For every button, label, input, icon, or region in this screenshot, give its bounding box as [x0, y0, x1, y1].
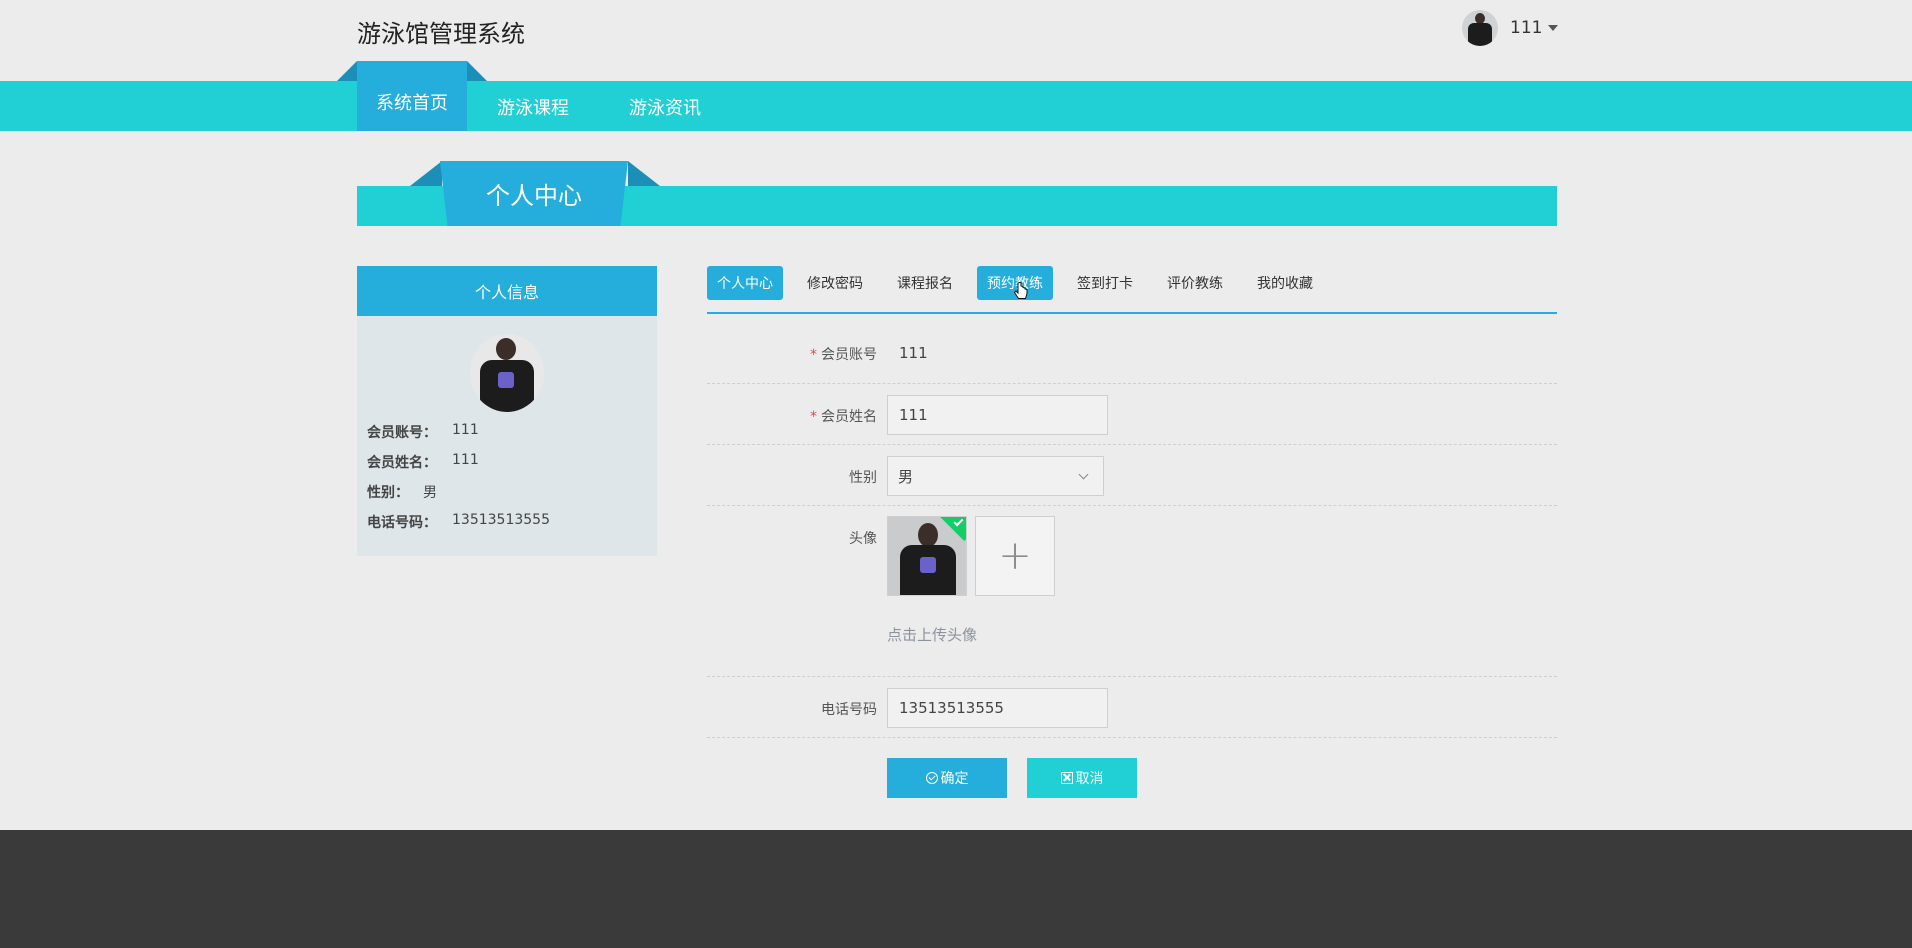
info-value: 男	[423, 485, 437, 501]
form-row-phone: 电话号码 13513513555	[707, 677, 1557, 738]
info-label: 电话号码：	[367, 515, 437, 531]
info-label: 会员姓名：	[367, 455, 437, 471]
phone-label: 电话号码	[821, 702, 877, 718]
upload-tip[interactable]: 点击上传头像	[887, 624, 977, 645]
tab-change-password[interactable]: 修改密码	[797, 266, 873, 300]
nav-item-courses[interactable]: 游泳课程	[497, 94, 569, 120]
form-row-gender: 性别 男	[707, 445, 1557, 506]
tab-profile[interactable]: 个人中心	[707, 266, 783, 300]
required-mark: *	[810, 409, 817, 425]
info-row-account: 会员账号： 111	[367, 422, 479, 442]
page-footer	[0, 830, 1912, 948]
caret-down-icon[interactable]	[1548, 25, 1559, 31]
cancel-button[interactable]: 取消	[1027, 758, 1137, 798]
required-mark: *	[810, 347, 817, 363]
box-close-icon	[1060, 772, 1073, 784]
personal-info-card: 个人信息 会员账号： 111 会员姓名： 111 性别： 男 电话号码： 135…	[357, 266, 657, 556]
tab-favorites[interactable]: 我的收藏	[1247, 266, 1323, 300]
name-label-text: 会员姓名	[821, 409, 877, 425]
user-menu[interactable]: 111	[1462, 10, 1559, 46]
tab-rate-coach[interactable]: 评价教练	[1157, 266, 1233, 300]
avatar-label: 头像	[849, 531, 877, 547]
info-value: 111	[452, 452, 479, 468]
info-value: 111	[452, 422, 479, 438]
info-row-phone: 电话号码： 13513513555	[367, 512, 550, 532]
uploaded-avatar-thumbnail[interactable]	[887, 516, 967, 596]
user-avatar[interactable]	[1462, 10, 1498, 46]
main-navbar	[0, 81, 1912, 131]
profile-tabs: 个人中心 修改密码 课程报名 预约教练 签到打卡 评价教练 我的收藏	[707, 266, 1557, 314]
gender-label: 性别	[849, 470, 877, 486]
confirm-button[interactable]: 确定	[887, 758, 1007, 798]
form-row-account: * 会员账号 111	[707, 320, 1557, 384]
cancel-label: 取消	[1075, 771, 1104, 787]
nav-item-news[interactable]: 游泳资讯	[629, 94, 701, 120]
confirm-label: 确定	[940, 771, 969, 787]
name-input[interactable]: 111	[887, 395, 1108, 435]
site-title: 游泳馆管理系统	[357, 20, 525, 48]
info-value: 13513513555	[452, 512, 550, 528]
info-label: 性别：	[367, 485, 409, 501]
section-title: 个人中心	[440, 161, 628, 226]
phone-input[interactable]: 13513513555	[887, 688, 1108, 728]
name-label: * 会员姓名	[810, 406, 877, 426]
upload-add-button[interactable]: +	[975, 516, 1055, 596]
account-label: * 会员账号	[810, 344, 877, 364]
info-row-gender: 性别： 男	[367, 482, 437, 502]
form-row-name: * 会员姓名 111	[707, 384, 1557, 445]
banner-ribbon-right	[628, 161, 660, 186]
nav-item-home[interactable]: 系统首页	[376, 89, 448, 115]
gender-selected-value: 男	[898, 467, 914, 486]
user-name[interactable]: 111	[1510, 18, 1542, 38]
info-label: 会员账号：	[367, 425, 437, 441]
chevron-down-icon	[1078, 469, 1089, 479]
account-value: 111	[899, 344, 928, 362]
gender-select[interactable]: 男	[887, 456, 1104, 496]
circle-check-icon	[925, 772, 938, 784]
info-row-name: 会员姓名： 111	[367, 452, 479, 472]
account-label-text: 会员账号	[821, 347, 877, 363]
tab-check-in[interactable]: 签到打卡	[1067, 266, 1143, 300]
form-row-avatar: 头像 + 点击上传头像	[707, 506, 1557, 677]
hand-cursor-icon	[1014, 282, 1028, 299]
profile-avatar	[470, 334, 544, 412]
tab-course-signup[interactable]: 课程报名	[887, 266, 963, 300]
banner-ribbon-left	[410, 161, 442, 186]
info-card-title: 个人信息	[357, 266, 657, 316]
